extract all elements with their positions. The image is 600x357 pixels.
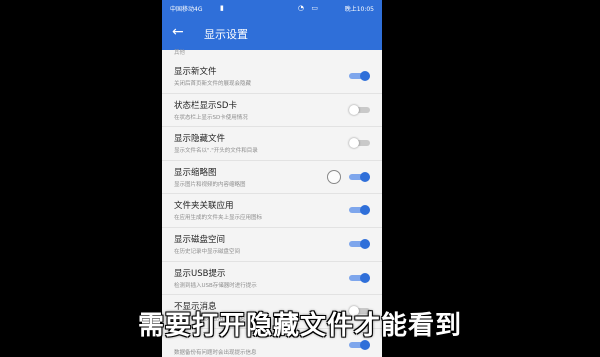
setting-subtitle: 显示图片和视频的内容缩略图 [174, 181, 246, 188]
left-letterbox [0, 0, 162, 357]
setting-subtitle: 在历史记录中显示磁盘空间 [174, 248, 241, 255]
show-hidden-files-toggle[interactable] [349, 138, 370, 149]
show-thumbnails-toggle[interactable] [349, 171, 370, 182]
setting-title: 显示隐藏文件 [174, 134, 226, 145]
setting-title: 显示磁盘空间 [174, 234, 226, 245]
setting-subtitle: 关闭后首页新文件的展现会隐藏 [174, 81, 252, 87]
setting-row-sd-card-status[interactable]: 状态栏显示SD卡 在状态栏上显示SD卡使用情况 [162, 94, 382, 128]
right-letterbox [382, 0, 600, 357]
battery-icon: ▭ [311, 4, 318, 12]
setting-subtitle: 检测到插入USB存储器时进行提示 [174, 282, 257, 289]
setting-title: 显示新文件 [174, 67, 217, 77]
video-caption: 需要打开隐藏文件才能看到 [137, 311, 462, 341]
carrier-label: 中国移动4G [170, 6, 203, 13]
show-new-files-toggle[interactable] [349, 71, 370, 81]
setting-row-show-new-files[interactable]: 显示新文件 关闭后首页新文件的展现会隐藏 [162, 60, 382, 94]
setting-row-usb-prompt[interactable]: 显示USB提示 检测到插入USB存储器时进行提示 [162, 262, 382, 296]
status-time: 晚上10:05 [344, 6, 374, 13]
setting-subtitle: 在应用生成的文件夹上显示应用图标 [174, 215, 263, 222]
sd-card-status-toggle[interactable] [349, 104, 370, 115]
usb-prompt-toggle[interactable] [349, 272, 370, 283]
arrow-left-icon[interactable]: ← [172, 24, 184, 40]
touch-indicator [327, 169, 341, 184]
setting-row-show-hidden-files[interactable]: 显示隐藏文件 显示文件名以"."开头的文件和目录 [162, 127, 382, 161]
setting-subtitle: 数据备份有问题时会出现提示信息 [174, 349, 257, 356]
setting-title: 显示USB提示 [174, 268, 226, 279]
section-label: 其他 [174, 50, 186, 56]
setting-subtitle: 显示文件名以"."开头的文件和目录 [174, 148, 258, 155]
setting-row-folder-app-link[interactable]: 文件夹关联应用 在应用生成的文件夹上显示应用图标 [162, 194, 382, 228]
phone-screen: 中国移动4G ▮ ◔ ▭ 晚上10:05 ← 显示设置 其他 显示新文件 关闭后… [162, 0, 382, 357]
setting-row-show-thumbnails[interactable]: 显示缩略图 显示图片和视频的内容缩略图 [162, 161, 382, 195]
app-bar: ← 显示设置 [162, 17, 382, 50]
status-bar: 中国移动4G ▮ ◔ ▭ 晚上10:05 [162, 0, 382, 17]
signal-icon: ▮ [220, 4, 224, 12]
setting-title: 状态栏显示SD卡 [174, 100, 237, 111]
setting-title: 显示缩略图 [174, 167, 217, 178]
folder-app-link-toggle[interactable] [349, 205, 370, 216]
disk-space-toggle[interactable] [349, 238, 370, 249]
wifi-icon: ◔ [297, 4, 304, 12]
setting-title: 文件夹关联应用 [174, 201, 234, 212]
page-title: 显示设置 [204, 28, 248, 41]
setting-row-disk-space[interactable]: 显示磁盘空间 在历史记录中显示磁盘空间 [162, 228, 382, 262]
setting-subtitle: 在状态栏上显示SD卡使用情况 [174, 114, 248, 121]
